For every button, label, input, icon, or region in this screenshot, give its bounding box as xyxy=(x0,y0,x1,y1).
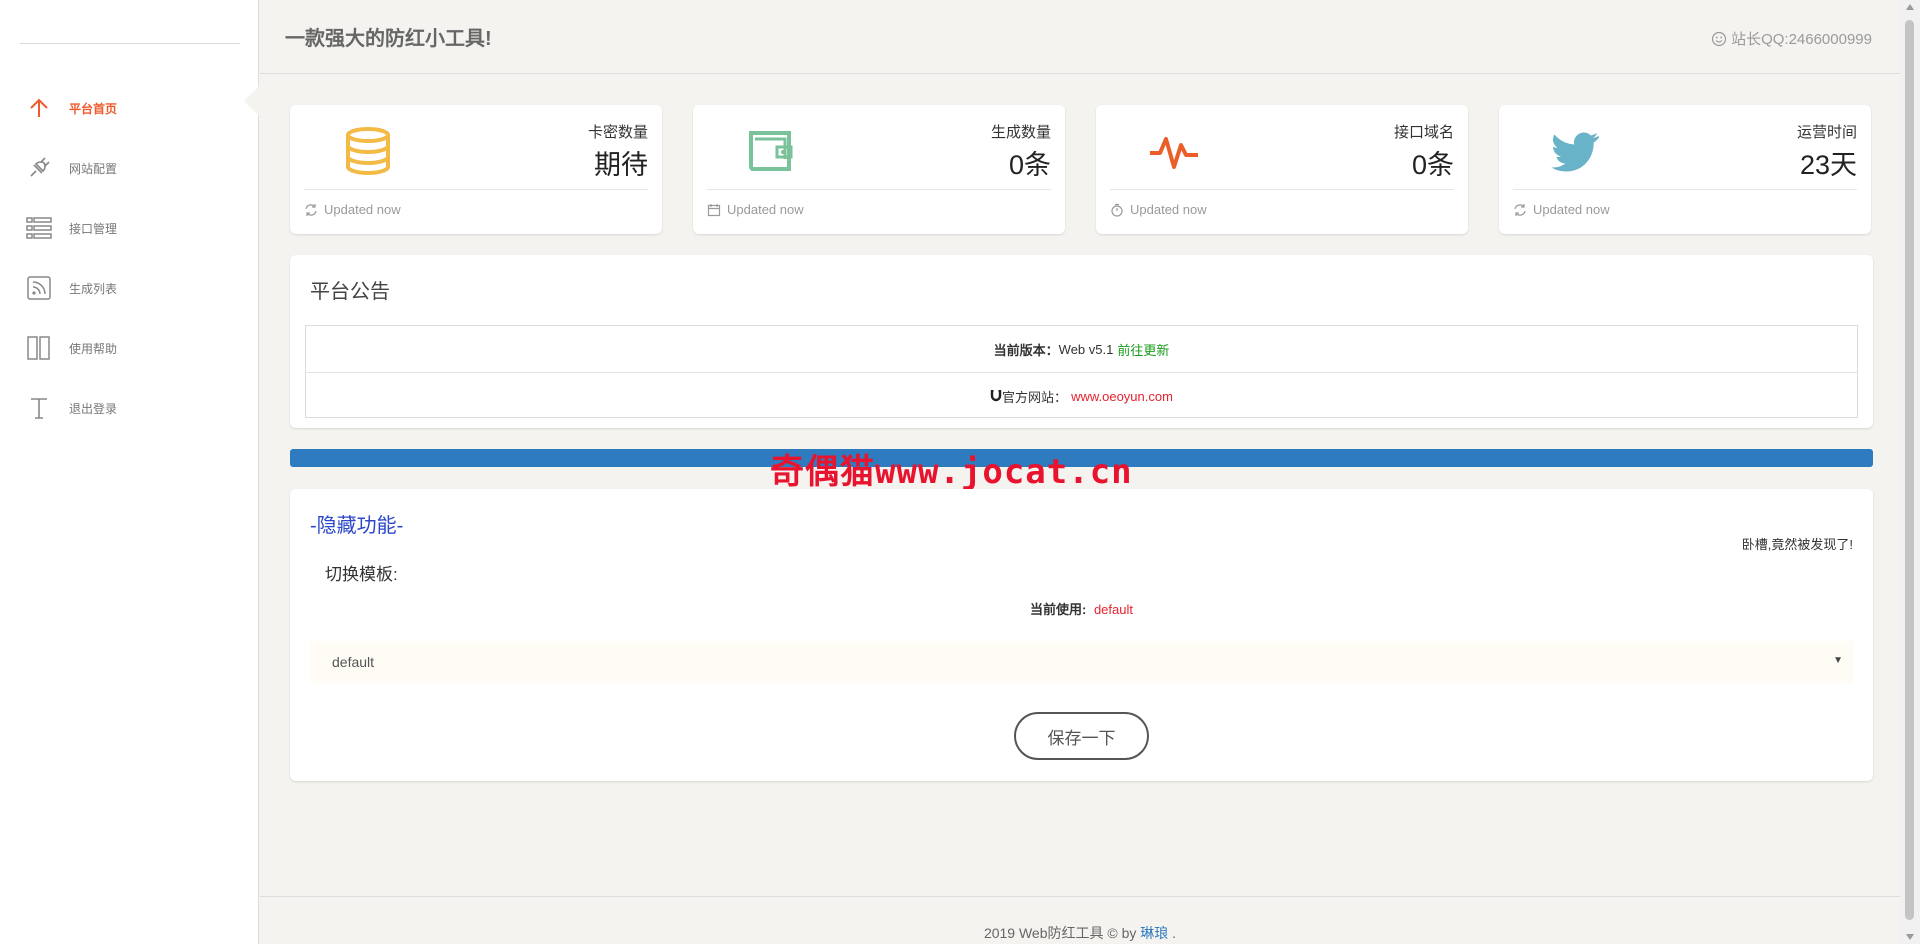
stat-footer: Updated now xyxy=(707,202,804,217)
sidebar-item-generate-list[interactable]: 生成列表 xyxy=(0,258,259,318)
stat-footer-text: Updated now xyxy=(1533,202,1610,217)
plug-icon xyxy=(26,155,52,181)
site-label: 官方网站： xyxy=(1002,389,1068,405)
template-select[interactable]: default ▼ xyxy=(310,641,1853,683)
sidebar-item-label: 接口管理 xyxy=(69,221,118,236)
stat-label: 接口域名 xyxy=(1393,124,1454,141)
hidden-features-panel: -隐藏功能- 卧槽,竟然被发现了! 切换模板: 当前使用: default de… xyxy=(290,489,1873,781)
webmaster-qq: 站长QQ:2466000999 xyxy=(1711,28,1872,49)
calendar-icon xyxy=(707,203,721,216)
stat-divider xyxy=(1110,189,1454,190)
scroll-down-icon[interactable] xyxy=(1906,934,1914,940)
sidebar-item-label: 使用帮助 xyxy=(69,341,118,356)
stat-footer-text: Updated now xyxy=(1130,202,1207,217)
refresh-icon xyxy=(1514,203,1526,216)
sidebar-divider xyxy=(20,43,240,44)
watermark: 奇偶猫www.jocat.cn xyxy=(770,444,1133,493)
version-value: Web v5.1 xyxy=(1058,341,1114,357)
caret-down-icon: ▼ xyxy=(1833,655,1843,666)
stat-card-cards: 卡密数量 期待 Updated now xyxy=(290,105,662,234)
scrollbar-thumb[interactable] xyxy=(1905,20,1914,920)
stat-label: 生成数量 xyxy=(990,124,1051,141)
stat-value: 0条 xyxy=(1411,150,1454,180)
sidebar-item-home[interactable]: 平台首页 xyxy=(0,78,259,138)
rss-icon xyxy=(26,275,52,301)
footer-suffix: . xyxy=(1168,925,1177,941)
hidden-title: -隐藏功能- xyxy=(310,515,404,537)
current-template-label: 当前使用: xyxy=(1029,602,1087,617)
stat-card-domains: 接口域名 0条 Updated now xyxy=(1096,105,1468,234)
scroll-up-icon[interactable] xyxy=(1906,4,1914,10)
stat-value: 0条 xyxy=(1008,150,1051,180)
page-title: 一款强大的防红小工具! xyxy=(285,28,492,50)
stat-footer: Updated now xyxy=(1110,202,1207,217)
notice-panel: 平台公告 当前版本： Web v5.1 前往更新 官方网站： www.oeoyu… xyxy=(290,255,1873,428)
stat-footer-text: Updated now xyxy=(727,202,804,217)
stat-value: 23天 xyxy=(1799,150,1857,180)
sidebar-item-label: 平台首页 xyxy=(69,101,118,116)
stat-footer: Updated now xyxy=(1513,202,1610,217)
footer-text: 2019 Web防红工具 © by xyxy=(983,925,1141,941)
qq-text: 站长QQ:2466000999 xyxy=(1731,31,1872,48)
current-template: 当前使用: default xyxy=(290,599,1873,618)
stat-divider xyxy=(707,189,1051,190)
official-site-link[interactable]: www.oeoyun.com xyxy=(1071,389,1173,404)
list-icon xyxy=(26,215,52,241)
twitter-icon xyxy=(1551,125,1603,177)
sidebar-item-label: 退出登录 xyxy=(69,401,118,416)
stat-label: 运营时间 xyxy=(1796,124,1857,141)
save-button[interactable]: 保存一下 xyxy=(1014,712,1149,760)
author-link[interactable]: 琳琅 xyxy=(1140,925,1168,941)
sidebar-item-site-config[interactable]: 网站配置 xyxy=(0,138,259,198)
sidebar-nav: 平台首页 网站配置 接口管理 生成列表 使用帮助 退出登录 xyxy=(0,78,259,438)
stat-divider xyxy=(1513,189,1857,190)
stat-value: 期待 xyxy=(594,150,648,180)
version-row: 当前版本： Web v5.1 前往更新 xyxy=(306,326,1857,372)
smile-icon xyxy=(1711,31,1727,46)
book-icon xyxy=(26,335,52,361)
hidden-note: 卧槽,竟然被发现了! xyxy=(1741,537,1853,552)
database-icon xyxy=(342,125,394,177)
current-template-value: default xyxy=(1093,602,1133,617)
stat-label: 卡密数量 xyxy=(587,124,648,141)
arrow-up-icon xyxy=(26,95,52,121)
sidebar: 平台首页 网站配置 接口管理 生成列表 使用帮助 退出登录 xyxy=(0,0,259,944)
sidebar-item-label: 生成列表 xyxy=(69,281,118,296)
stat-divider xyxy=(304,189,648,190)
sidebar-item-help[interactable]: 使用帮助 xyxy=(0,318,259,378)
notice-title: 平台公告 xyxy=(310,281,390,303)
template-select-value: default xyxy=(332,654,375,670)
stat-footer-text: Updated now xyxy=(324,202,401,217)
timer-icon xyxy=(1111,203,1123,217)
notice-table: 当前版本： Web v5.1 前往更新 官方网站： www.oeoyun.com xyxy=(305,325,1858,418)
stat-footer: Updated now xyxy=(304,202,401,217)
version-label: 当前版本： xyxy=(993,342,1059,358)
sidebar-item-logout[interactable]: 退出登录 xyxy=(0,378,259,438)
pulse-icon xyxy=(1148,125,1200,177)
top-header: 一款强大的防红小工具! 站长QQ:2466000999 xyxy=(260,0,1900,74)
site-row: 官方网站： www.oeoyun.com xyxy=(306,372,1857,419)
sidebar-item-api-manage[interactable]: 接口管理 xyxy=(0,198,259,258)
text-t-icon xyxy=(26,395,52,421)
switch-template-label: 切换模板: xyxy=(325,565,398,584)
magnet-icon xyxy=(990,390,1002,402)
footer: 2019 Web防红工具 © by 琳琅 . xyxy=(260,896,1900,944)
wallet-icon xyxy=(745,125,797,177)
refresh-icon xyxy=(305,203,317,216)
update-link[interactable]: 前往更新 xyxy=(1117,340,1169,359)
stat-card-runtime: 运营时间 23天 Updated now xyxy=(1499,105,1871,234)
watermark-cn: 奇偶猫 xyxy=(770,452,875,492)
vertical-scrollbar[interactable] xyxy=(1900,0,1920,944)
stat-card-generated: 生成数量 0条 Updated now xyxy=(693,105,1065,234)
sidebar-item-label: 网站配置 xyxy=(69,161,118,176)
watermark-url: www.jocat.cn xyxy=(875,452,1133,492)
